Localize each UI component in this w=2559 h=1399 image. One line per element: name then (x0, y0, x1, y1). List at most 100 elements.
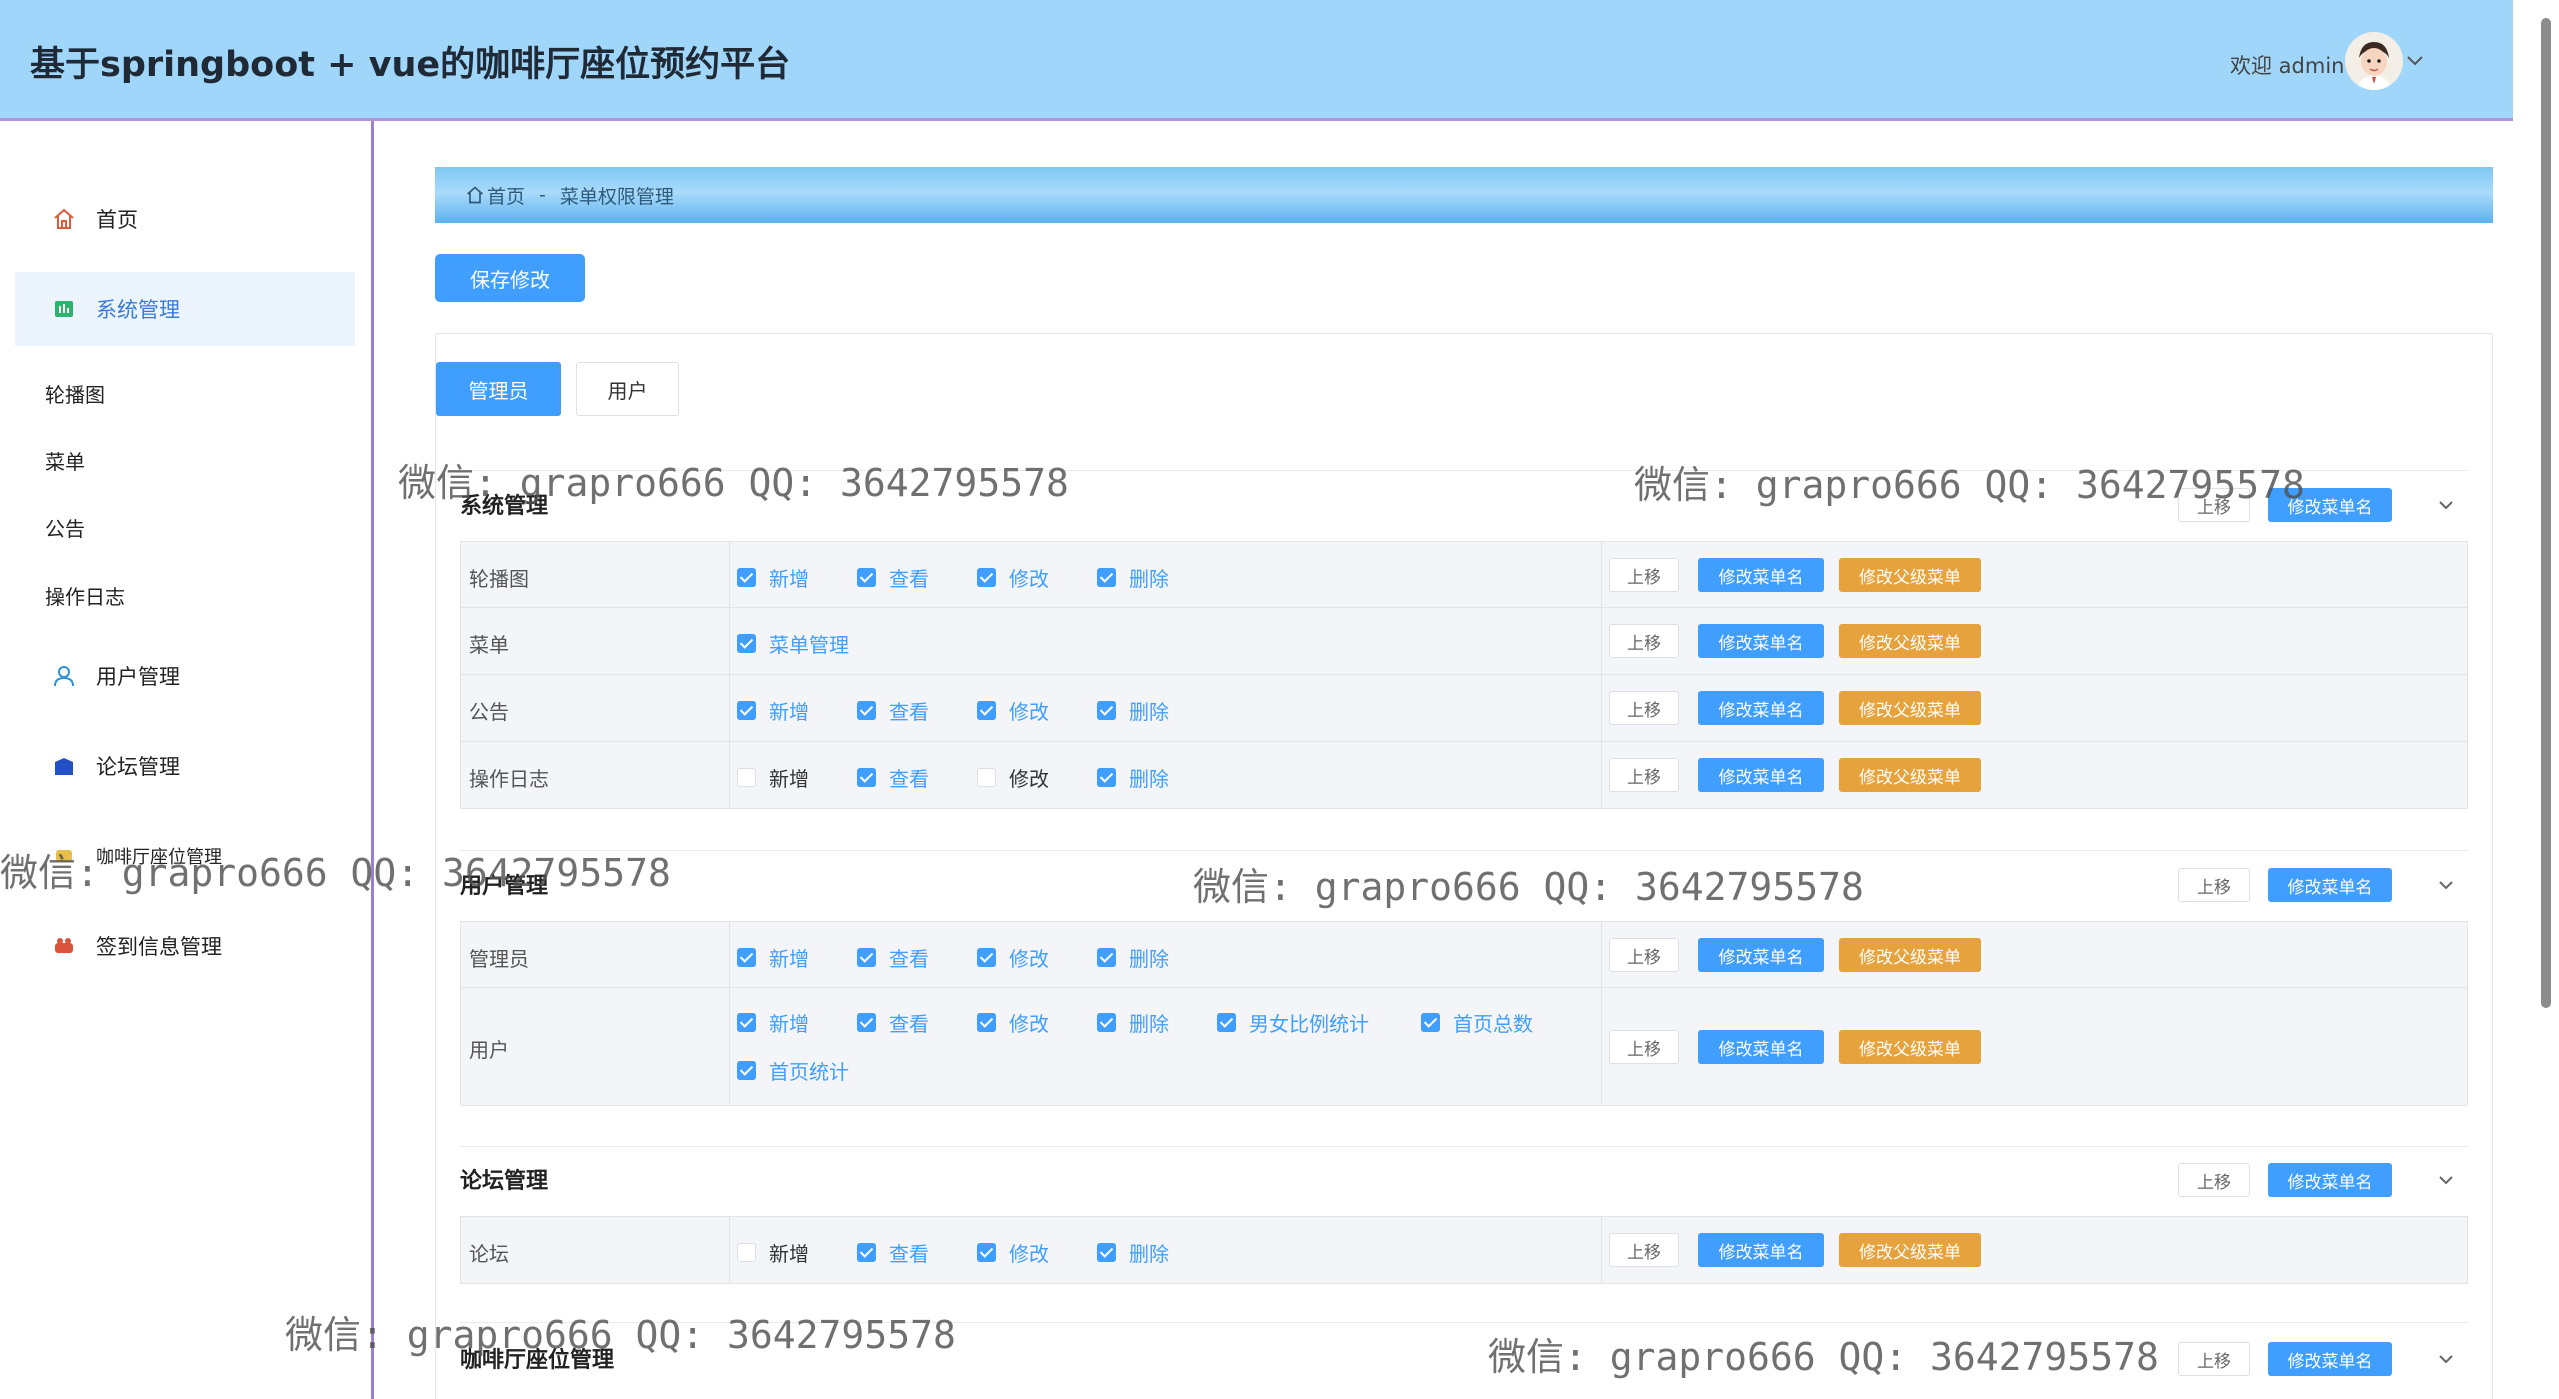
permission-checkbox[interactable]: 新增 (737, 563, 809, 592)
group-title-forum: 论坛管理 (460, 1169, 549, 1194)
chevron-down-icon[interactable] (2435, 494, 2457, 516)
row-name: 菜单 (469, 633, 509, 657)
group-up-button[interactable]: 上移 (2178, 1342, 2250, 1376)
up-button[interactable]: 上移 (1609, 691, 1679, 725)
scrollbar[interactable] (2533, 0, 2559, 1399)
rename-button[interactable]: 修改菜单名 (1698, 1030, 1824, 1064)
group-rename-button[interactable]: 修改菜单名 (2268, 868, 2392, 902)
table-row: 论坛 新增 查看 修改 删除 上移 修改菜单名 修改父级菜单 (460, 1216, 2468, 1284)
permission-checkbox[interactable]: 男女比例统计 (1217, 1008, 1369, 1037)
permission-checkbox[interactable]: 查看 (857, 1238, 929, 1267)
divider (460, 1146, 2468, 1147)
group-up-button[interactable]: 上移 (2178, 868, 2250, 902)
permission-checkbox[interactable]: 新增 (737, 696, 809, 725)
app-window: 基于springboot + vue的咖啡厅座位预约平台 欢迎 admin 首页… (0, 0, 2559, 1399)
rename-button[interactable]: 修改菜单名 (1698, 938, 1824, 972)
checkbox-checked-icon (857, 568, 876, 587)
permission-checkbox[interactable]: 删除 (1097, 696, 1169, 725)
rename-parent-button[interactable]: 修改父级菜单 (1839, 758, 1981, 792)
sidebar-item-label: 首页 (96, 208, 138, 232)
permission-checkbox[interactable]: 查看 (857, 563, 929, 592)
permission-checkbox[interactable]: 修改 (977, 943, 1049, 972)
chevron-down-icon[interactable] (2435, 1348, 2457, 1370)
rename-button[interactable]: 修改菜单名 (1698, 758, 1824, 792)
permission-checkbox[interactable]: 查看 (857, 763, 929, 792)
up-button[interactable]: 上移 (1609, 758, 1679, 792)
table-row: 轮播图 新增 查看 修改 删除 上移 修改菜单名 修改父级菜单 (460, 541, 2468, 608)
group-rename-button[interactable]: 修改菜单名 (2268, 1163, 2392, 1197)
permission-checkbox[interactable]: 菜单管理 (737, 629, 849, 658)
rename-button[interactable]: 修改菜单名 (1698, 691, 1824, 725)
rename-button[interactable]: 修改菜单名 (1698, 624, 1824, 658)
up-button[interactable]: 上移 (1609, 624, 1679, 658)
row-name: 论坛 (469, 1242, 509, 1266)
sidebar-subitem-oplog[interactable]: 操作日志 (45, 581, 125, 610)
tab-user[interactable]: 用户 (576, 362, 679, 416)
checkbox-checked-icon (1217, 1013, 1236, 1032)
sidebar-item-checkin[interactable]: 签到信息管理 (15, 909, 355, 983)
chevron-down-icon[interactable] (2435, 874, 2457, 896)
breadcrumb-separator: - (539, 184, 546, 206)
group-rename-button[interactable]: 修改菜单名 (2268, 1342, 2392, 1376)
permission-checkbox[interactable]: 删除 (1097, 763, 1169, 792)
up-button[interactable]: 上移 (1609, 558, 1679, 592)
checkbox-checked-icon (1097, 568, 1116, 587)
rename-parent-button[interactable]: 修改父级菜单 (1839, 1030, 1981, 1064)
group-up-button[interactable]: 上移 (2178, 1163, 2250, 1197)
permission-checkbox[interactable]: 修改 (977, 1008, 1049, 1037)
permission-checkbox[interactable]: 新增 (737, 943, 809, 972)
rename-button[interactable]: 修改菜单名 (1698, 558, 1824, 592)
avatar[interactable] (2345, 32, 2403, 90)
sidebar-subitem-menu[interactable]: 菜单 (45, 446, 85, 475)
group-up-button[interactable]: 上移 (2178, 488, 2250, 522)
permission-checkbox[interactable]: 查看 (857, 696, 929, 725)
sidebar-item-system[interactable]: 系统管理 (15, 272, 355, 346)
permission-checkbox[interactable]: 修改 (977, 696, 1049, 725)
permission-checkbox[interactable]: 首页总数 (1421, 1008, 1533, 1037)
permission-checkbox[interactable]: 修改 (977, 563, 1049, 592)
group-title-user: 用户管理 (460, 874, 549, 899)
scrollbar-thumb[interactable] (2541, 18, 2551, 1008)
sidebar-item-forum[interactable]: 论坛管理 (15, 729, 355, 803)
checkbox-checked-icon (857, 1243, 876, 1262)
rename-parent-button[interactable]: 修改父级菜单 (1839, 691, 1981, 725)
up-button[interactable]: 上移 (1609, 1030, 1679, 1064)
chevron-down-icon[interactable] (2435, 1169, 2457, 1191)
permission-checkbox[interactable]: 删除 (1097, 1238, 1169, 1267)
permission-checkbox[interactable]: 查看 (857, 943, 929, 972)
up-button[interactable]: 上移 (1609, 938, 1679, 972)
permission-checkbox[interactable]: 修改 (977, 1238, 1049, 1267)
permission-checkbox[interactable]: 删除 (1097, 563, 1169, 592)
permission-checkbox[interactable]: 修改 (977, 763, 1049, 792)
sidebar-subitem-notice[interactable]: 公告 (45, 513, 85, 542)
checkbox-checked-icon (737, 1013, 756, 1032)
permission-checkbox[interactable]: 新增 (737, 763, 809, 792)
save-button[interactable]: 保存修改 (435, 254, 585, 302)
permission-checkbox[interactable]: 新增 (737, 1238, 809, 1267)
tab-admin[interactable]: 管理员 (436, 362, 561, 416)
sidebar-item-home[interactable]: 首页 (15, 182, 355, 256)
sidebar-item-seat[interactable]: 咖啡厅座位管理 (15, 819, 355, 893)
permission-checkbox[interactable]: 删除 (1097, 943, 1169, 972)
checkbox-unchecked-icon (737, 1243, 756, 1262)
row-name: 操作日志 (469, 767, 549, 791)
checkbox-checked-icon (1097, 701, 1116, 720)
rename-parent-button[interactable]: 修改父级菜单 (1839, 938, 1981, 972)
rename-parent-button[interactable]: 修改父级菜单 (1839, 624, 1981, 658)
rename-parent-button[interactable]: 修改父级菜单 (1839, 558, 1981, 592)
permission-checkbox[interactable]: 首页统计 (737, 1056, 849, 1085)
breadcrumb-home[interactable]: 首页 (487, 182, 525, 209)
sidebar-subitem-carousel[interactable]: 轮播图 (45, 379, 105, 408)
sidebar-item-user[interactable]: 用户管理 (15, 639, 355, 713)
permission-checkbox[interactable]: 删除 (1097, 1008, 1169, 1037)
permission-checkbox[interactable]: 查看 (857, 1008, 929, 1037)
group-rename-button[interactable]: 修改菜单名 (2268, 488, 2392, 522)
chevron-down-icon[interactable] (2403, 52, 2427, 70)
rename-parent-button[interactable]: 修改父级菜单 (1839, 1233, 1981, 1267)
checkbox-checked-icon (1097, 1013, 1116, 1032)
table-row: 管理员 新增 查看 修改 删除 上移 修改菜单名 修改父级菜单 (460, 921, 2468, 988)
permission-checkbox[interactable]: 新增 (737, 1008, 809, 1037)
checkbox-checked-icon (977, 701, 996, 720)
up-button[interactable]: 上移 (1609, 1233, 1679, 1267)
rename-button[interactable]: 修改菜单名 (1698, 1233, 1824, 1267)
